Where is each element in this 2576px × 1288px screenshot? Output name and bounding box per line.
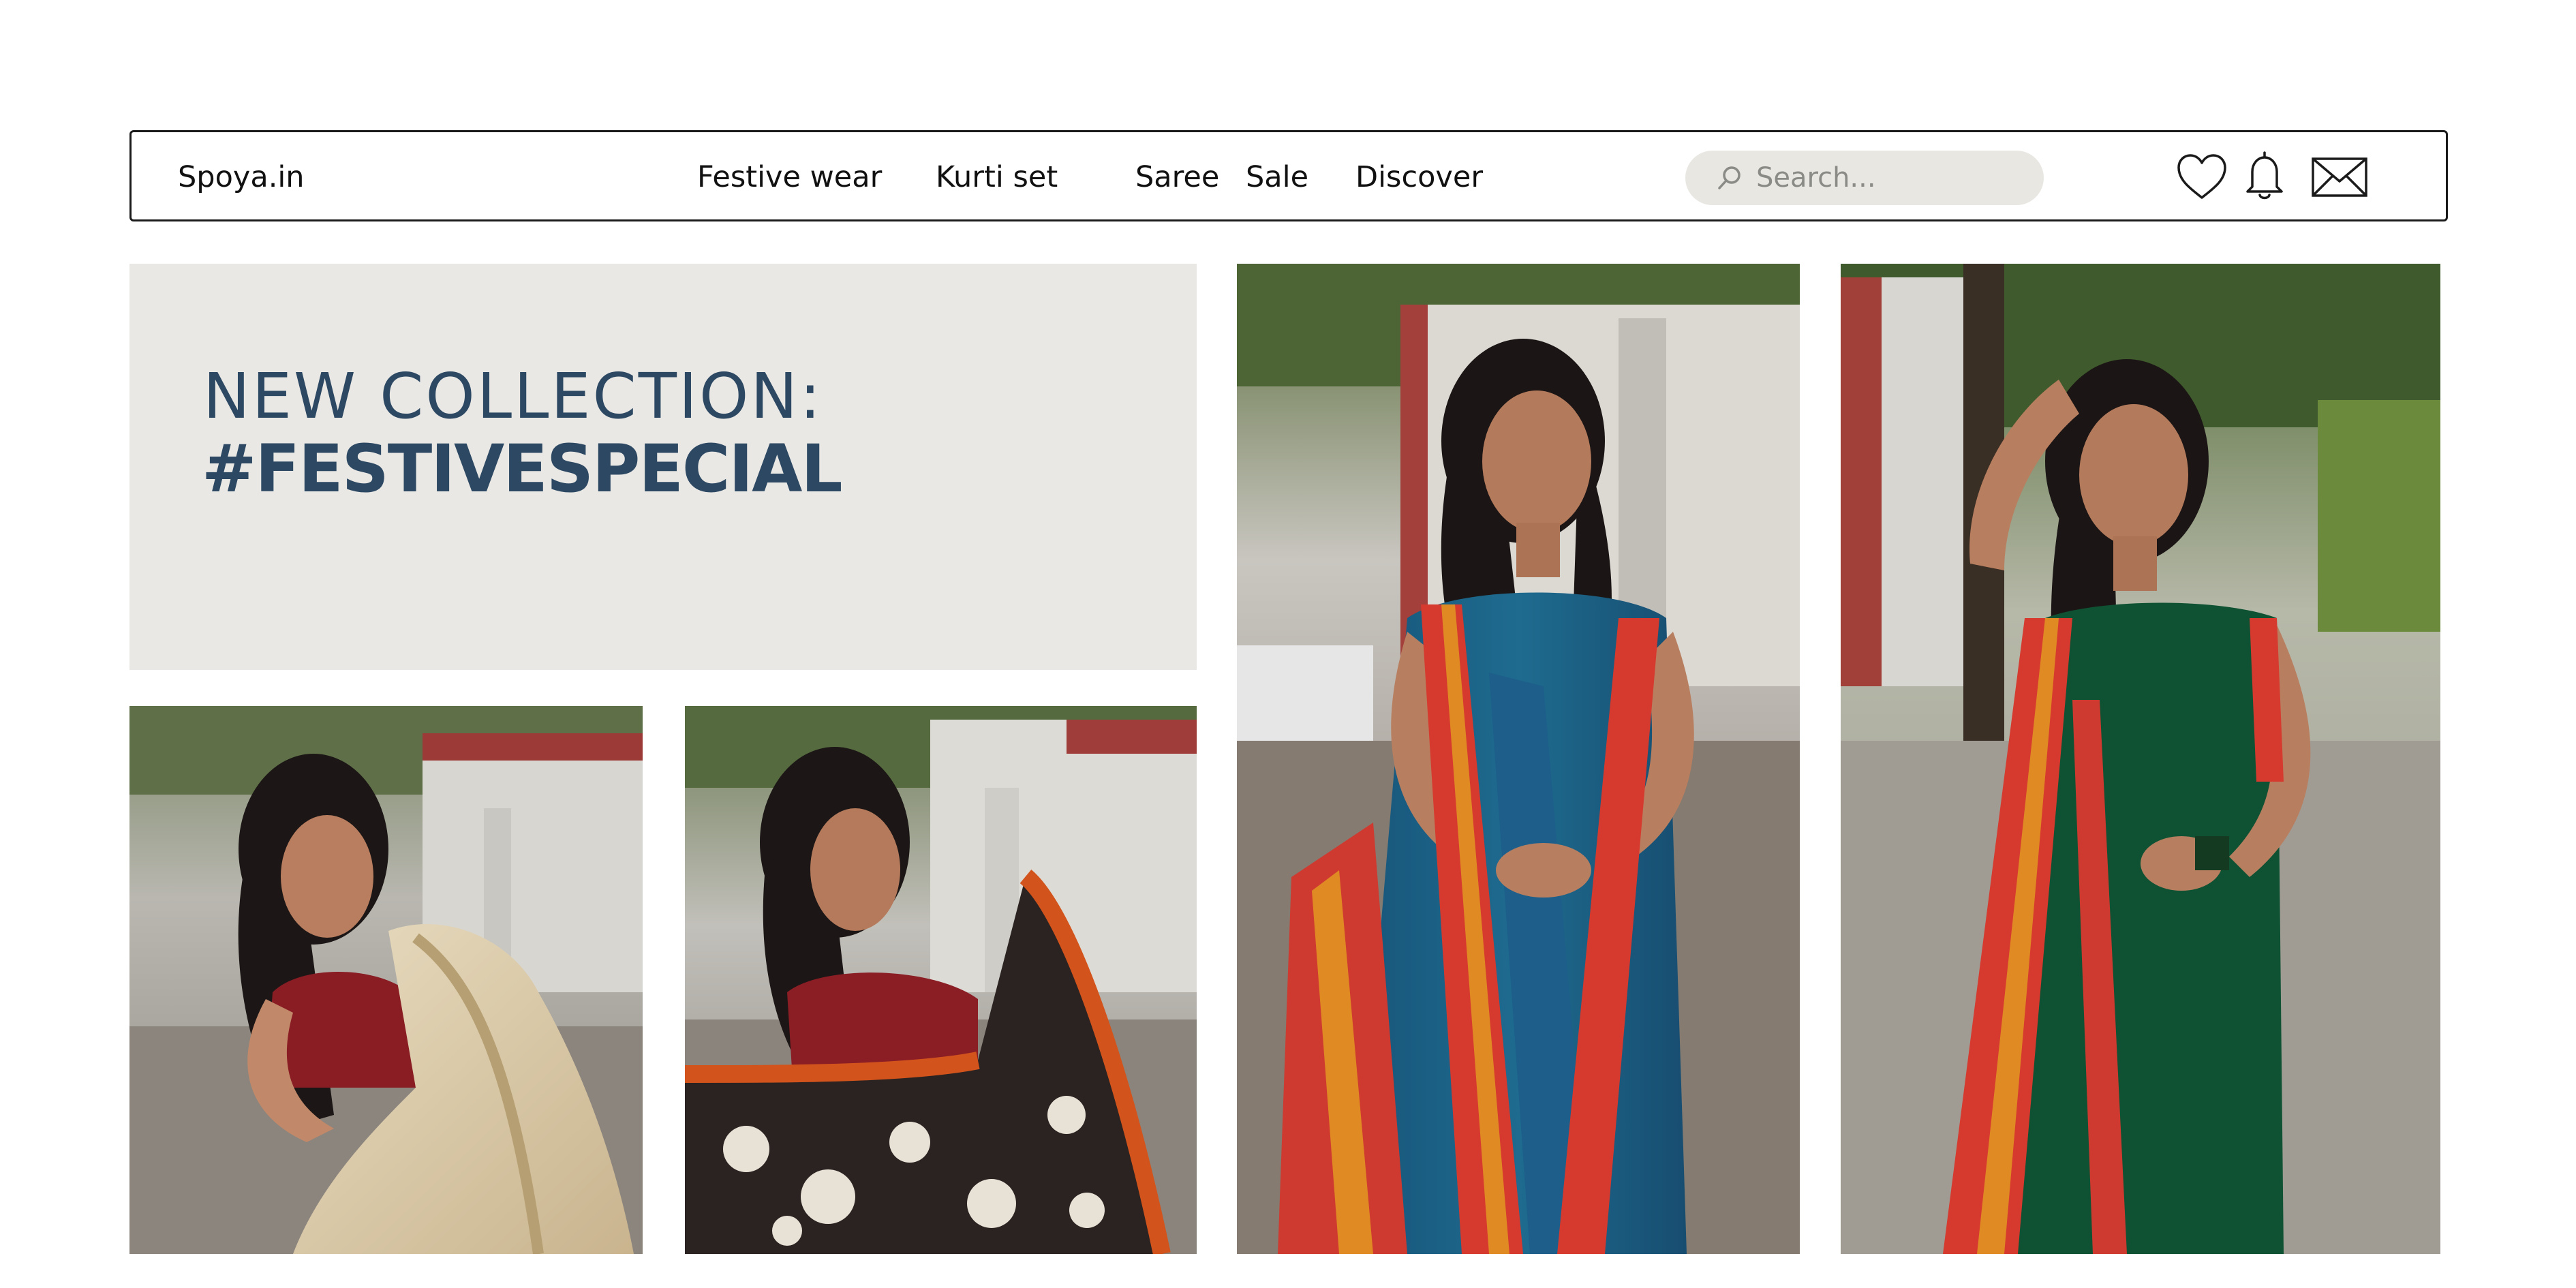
search-input[interactable] — [1756, 157, 2029, 198]
product-photo-2[interactable] — [685, 706, 1197, 1254]
product-photo-4[interactable] — [1841, 264, 2440, 1254]
nav-festive-wear[interactable]: Festive wear — [697, 158, 882, 196]
mail-icon — [2312, 157, 2367, 197]
notifications-button[interactable] — [2244, 150, 2285, 204]
model-photo — [129, 706, 643, 1254]
search-icon — [1718, 166, 1741, 189]
banner-hashtag: #FESTIVESPECIAL — [202, 431, 843, 507]
top-nav-bar: Spoya.in Festive wear Kurti set Saree Sa… — [129, 130, 2448, 221]
model-photo — [1237, 264, 1800, 1254]
search-box[interactable] — [1685, 151, 2044, 205]
product-photo-1[interactable] — [129, 706, 643, 1254]
bell-icon — [2246, 151, 2283, 200]
promo-banner[interactable]: NEW COLLECTION: #FESTIVESPECIAL — [129, 264, 1197, 670]
product-photo-3[interactable] — [1237, 264, 1800, 1254]
nav-discover[interactable]: Discover — [1355, 158, 1483, 196]
nav-kurti-set[interactable]: Kurti set — [936, 158, 1058, 196]
messages-button[interactable] — [2311, 157, 2368, 200]
model-photo — [1841, 264, 2440, 1254]
model-photo — [685, 706, 1197, 1254]
heart-icon — [2177, 154, 2226, 199]
brand-logo[interactable]: Spoya.in — [178, 158, 305, 196]
nav-sale[interactable]: Sale — [1246, 158, 1308, 196]
wishlist-button[interactable] — [2176, 153, 2228, 203]
nav-saree[interactable]: Saree — [1135, 158, 1219, 196]
banner-subtitle: NEW COLLECTION: — [203, 360, 823, 433]
